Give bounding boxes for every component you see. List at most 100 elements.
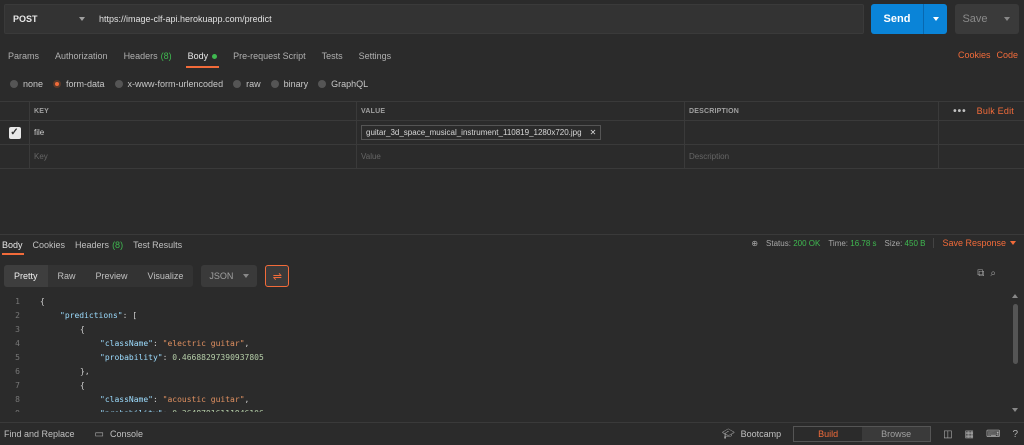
tab-params[interactable]: Params [0, 44, 47, 68]
url-input[interactable]: https://image-clf-api.herokuapp.com/pred… [93, 14, 863, 24]
tab-label: Params [8, 51, 40, 61]
code-text: { [28, 297, 45, 306]
build-browse-toggle: Build Browse [793, 426, 932, 442]
row-description[interactable] [685, 121, 939, 144]
radio-form-data[interactable]: form-data [53, 79, 105, 89]
chevron-down-icon [1010, 241, 1016, 245]
key-placeholder[interactable]: Key [30, 145, 357, 168]
header-description: DESCRIPTION [685, 102, 939, 120]
code-line: 9"probability": 0.36487916111946106 [0, 406, 1010, 413]
method-select[interactable]: POST [5, 5, 93, 33]
tab-authorization[interactable]: Authorization [47, 44, 116, 68]
request-tabs: Params Authorization Headers (8) Body Pre-req… [0, 44, 1024, 68]
save-dropdown[interactable] [995, 17, 1019, 21]
response-tab-cookies[interactable]: Cookies [28, 235, 71, 255]
tab-count: (8) [160, 51, 172, 61]
request-bar: POST https://image-clf-api.herokuapp.com… [0, 0, 1024, 40]
console-button[interactable]: ▭ Console [95, 429, 143, 440]
line-number: 8 [15, 394, 20, 404]
tab-tests[interactable]: Tests [314, 44, 351, 68]
more-icon[interactable]: ••• [953, 106, 967, 117]
close-icon[interactable]: ✕ [590, 128, 597, 137]
row-key[interactable]: file [30, 121, 357, 144]
code-line: 5 "probability": 0.46688297390937805 [0, 350, 1010, 364]
tab-headers[interactable]: Headers (8) [116, 44, 180, 68]
file-name: guitar_3d_space_musical_instrument_11081… [366, 128, 582, 137]
code-token: : [ [122, 310, 138, 320]
status-bar-left: Find and Replace ▭ Console [0, 429, 143, 440]
keyboard-icon[interactable]: ⌨ [986, 429, 1000, 440]
tab-label: Headers [123, 51, 158, 61]
checkbox-checked[interactable]: ✓ [8, 126, 21, 139]
cookies-link[interactable]: Cookies [958, 50, 991, 60]
bootcamp-button[interactable]: 🎓︎ Bootcamp [722, 429, 781, 440]
view-mode-pretty[interactable]: Pretty [4, 265, 48, 287]
radio-none[interactable]: none [10, 79, 43, 89]
help-icon[interactable]: ? [1012, 429, 1018, 440]
build-tab[interactable]: Build [794, 427, 863, 441]
find-replace-button[interactable]: Find and Replace [4, 429, 75, 439]
response-tab-body[interactable]: Body [0, 235, 28, 255]
tab-settings[interactable]: Settings [351, 44, 400, 68]
line-number: 1 [15, 296, 20, 306]
response-status: ⊕ Status: 200 OK Time: 16.78 s Size: 450… [751, 238, 1016, 248]
radio-x-www-form-urlencoded[interactable]: x-www-form-urlencoded [114, 79, 223, 89]
send-dropdown[interactable] [924, 17, 947, 21]
save-button[interactable]: Save [955, 4, 1019, 34]
tab-pre-request-script[interactable]: Pre-request Script [225, 44, 314, 68]
radio-circle [270, 80, 279, 88]
code-text: "probability": 0.46688297390937805 [28, 353, 264, 362]
copy-icon[interactable]: ⧉ [977, 268, 984, 279]
layout-grid-icon[interactable]: ▦ [965, 429, 974, 440]
wrap-lines-icon[interactable]: ⇌ [265, 265, 290, 287]
scroll-down-icon[interactable] [1012, 408, 1018, 412]
layout-two-pane-icon[interactable]: ◫ [943, 429, 952, 440]
radio-circle [233, 80, 242, 88]
row-checkbox-cell: ✓ [0, 121, 30, 144]
code-link[interactable]: Code [996, 50, 1018, 60]
response-tab-headers[interactable]: Headers (8) [70, 235, 128, 255]
code-token: { [80, 380, 85, 390]
response-tab-test-results[interactable]: Test Results [128, 235, 187, 255]
right-links: Cookies Code [958, 50, 1018, 60]
tab-label: Settings [358, 51, 392, 61]
send-button[interactable]: Send [871, 4, 947, 34]
value-placeholder[interactable]: Value [357, 145, 685, 168]
response-body-code[interactable]: 1{2 "predictions": [3{4 "className": "elec… [0, 294, 1010, 413]
code-token: { [40, 296, 45, 306]
row-actions [939, 121, 1024, 144]
view-mode-preview[interactable]: Preview [86, 265, 138, 287]
bulk-edit-link[interactable]: Bulk Edit [977, 106, 1014, 116]
view-mode-raw[interactable]: Raw [48, 265, 86, 287]
scrollbar[interactable] [1010, 294, 1020, 412]
size-key: Size: [884, 238, 903, 248]
view-mode-visualize[interactable]: Visualize [138, 265, 194, 287]
globe-icon[interactable]: ⊕ [751, 239, 758, 248]
code-text: "probability": 0.36487916111946106 [28, 409, 264, 413]
code-text: }, [28, 367, 90, 376]
tab-label: Tests [321, 51, 343, 61]
body-type-radios: none form-data x-www-form-urlencoded raw bin… [10, 76, 368, 92]
tab-label: Authorization [55, 51, 108, 61]
save-response-button[interactable]: Save Response [933, 238, 1016, 248]
row-value-cell[interactable]: guitar_3d_space_musical_instrument_11081… [357, 121, 685, 144]
radio-circle [53, 80, 62, 88]
radio-raw[interactable]: raw [233, 79, 261, 89]
scroll-up-icon[interactable] [1012, 294, 1018, 298]
code-text: "className": "electric guitar", [28, 339, 249, 348]
time-key: Time: [828, 238, 849, 248]
line-number: 7 [15, 380, 20, 390]
format-select[interactable]: JSON [201, 265, 258, 287]
scroll-thumb[interactable] [1013, 304, 1018, 364]
description-placeholder[interactable]: Description [685, 145, 939, 168]
line-number: 4 [15, 338, 20, 348]
radio-label: raw [246, 79, 261, 89]
search-icon[interactable]: ⌕ [990, 268, 996, 279]
status-bar-right: 🎓︎ Bootcamp Build Browse ◫ ▦ ⌨ ? [722, 426, 1018, 442]
table-row: ✓ file guitar_3d_space_musical_instrumen… [0, 121, 1024, 145]
radio-circle [114, 80, 123, 88]
tab-body[interactable]: Body [180, 44, 226, 68]
browse-tab[interactable]: Browse [862, 427, 931, 441]
radio-binary[interactable]: binary [270, 79, 308, 89]
radio-graphql[interactable]: GraphQL [318, 79, 368, 89]
